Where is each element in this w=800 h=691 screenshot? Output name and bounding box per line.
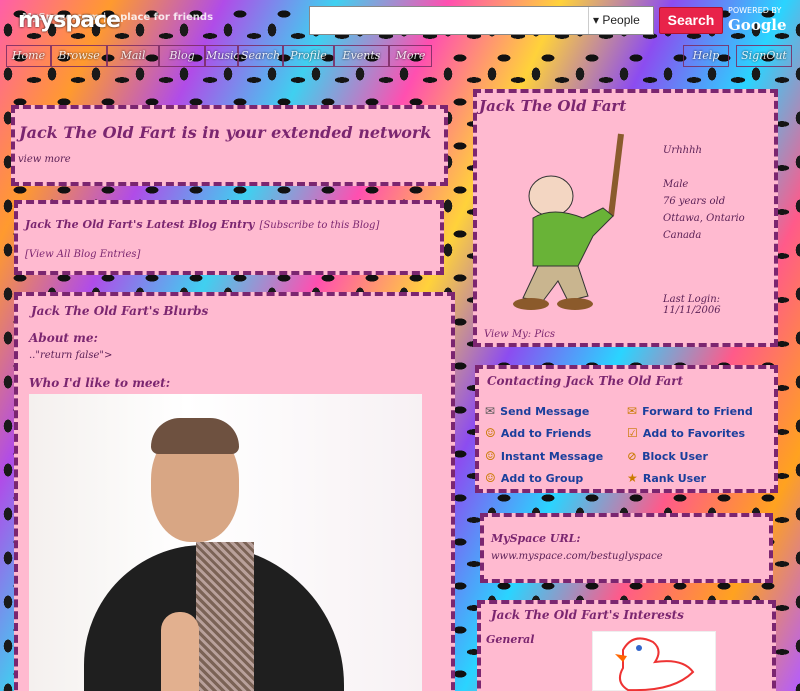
add-favorites-link[interactable]: Add to Favorites <box>643 427 745 440</box>
profile-age: 76 years old <box>663 196 726 207</box>
send-message-link[interactable]: Send Message <box>500 405 589 418</box>
search-scope-label: People <box>602 13 640 27</box>
nav-help[interactable]: Help <box>683 45 729 67</box>
duck-body <box>618 637 695 691</box>
add-group-link[interactable]: Add to Group <box>501 472 583 485</box>
nav-profile[interactable]: Profile <box>283 45 334 67</box>
cartoon-shirt <box>532 207 614 267</box>
chat-icon: ☺ <box>485 449 496 463</box>
cane <box>608 133 624 217</box>
send-message-item[interactable]: ✉ Send Message <box>485 400 589 419</box>
rank-user-item[interactable]: ★ Rank User <box>627 467 706 486</box>
profile-avatar-cartoon <box>513 133 624 310</box>
top-bar: MySpace.com | a place for friends myspac… <box>0 0 800 42</box>
view-more-link[interactable]: view more <box>18 154 71 165</box>
about-me-text: .."return false"> <box>29 350 113 361</box>
photo-hair <box>151 418 239 454</box>
pics-link[interactable]: Pics <box>534 329 555 340</box>
profile-city: Ottawa, Ontario <box>663 213 745 224</box>
profile-gender: Male <box>663 179 689 190</box>
add-group-item[interactable]: ☺ Add to Group <box>485 467 583 486</box>
nav-more[interactable]: More <box>389 45 432 67</box>
detail-spacer <box>663 159 745 176</box>
add-friends-item[interactable]: ☺ Add to Friends <box>485 422 591 441</box>
duck-eye <box>636 645 642 651</box>
profile-headline: Urhhhh <box>663 145 702 156</box>
chevron-down-icon: ▾ <box>593 13 600 27</box>
profile-country: Canada <box>663 230 702 241</box>
envelope-icon: ✉ <box>485 404 496 418</box>
cartoon-shoe-right <box>557 298 593 310</box>
search-button[interactable]: Search <box>659 7 723 34</box>
instant-message-item[interactable]: ☺ Instant Message <box>485 445 603 464</box>
last-login: Last Login: 11/11/2006 <box>663 294 721 316</box>
forward-friend-item[interactable]: ✉ Forward to Friend <box>627 400 753 419</box>
instant-message-link[interactable]: Instant Message <box>501 450 603 463</box>
group-icon: ☺ <box>485 471 496 485</box>
search-input[interactable] <box>310 7 590 34</box>
search-scope-select[interactable]: ▾ People <box>588 7 654 34</box>
blog-panel: Jack The Old Fart's Latest Blog Entry [S… <box>14 200 444 275</box>
about-me-heading: About me: <box>29 331 98 345</box>
forward-icon: ✉ <box>627 404 638 418</box>
view-my-row: View My: Pics <box>484 329 555 340</box>
profile-name: Jack The Old Fart <box>479 97 627 115</box>
add-friends-link[interactable]: Add to Friends <box>501 427 591 440</box>
thumbs-up-hand <box>161 612 199 691</box>
rubber-duck-image <box>592 631 716 691</box>
nav-events[interactable]: Events <box>334 45 389 67</box>
interests-general-heading: General <box>486 633 535 646</box>
nav-mail[interactable]: Mail <box>107 45 159 67</box>
url-panel: MySpace URL: www.myspace.com/bestuglyspa… <box>480 513 773 583</box>
rank-user-link[interactable]: Rank User <box>643 472 706 485</box>
nav-search[interactable]: Search <box>238 45 283 67</box>
forward-friend-link[interactable]: Forward to Friend <box>642 405 753 418</box>
cartoon-pants <box>522 265 589 302</box>
google-logo: Google <box>728 16 787 34</box>
myspace-logo[interactable]: myspace <box>18 8 121 33</box>
contact-title: Contacting Jack The Old Fart <box>487 374 684 388</box>
nav-home[interactable]: Home <box>6 45 51 67</box>
nav-browse[interactable]: Browse <box>51 45 107 67</box>
myspace-url-link[interactable]: www.myspace.com/bestuglyspace <box>491 551 663 562</box>
block-icon: ⊘ <box>627 449 638 463</box>
blog-header: Jack The Old Fart's Latest Blog Entry [S… <box>25 213 379 232</box>
nav-music[interactable]: Music <box>205 45 240 67</box>
powered-by-label: POWERED BY <box>728 6 782 15</box>
blurbs-title: Jack The Old Fart's Blurbs <box>31 304 209 318</box>
extended-network-title: Jack The Old Fart is in your extended ne… <box>19 123 432 142</box>
view-all-blog-link[interactable]: [View All Blog Entries] <box>25 249 140 260</box>
block-user-item[interactable]: ⊘ Block User <box>627 445 708 464</box>
block-user-link[interactable]: Block User <box>642 450 708 463</box>
profile-details: Urhhhh Male 76 years old Ottawa, Ontario… <box>663 142 745 244</box>
subscribe-link[interactable]: [Subscribe to this Blog] <box>260 220 380 231</box>
myspace-url-label: MySpace URL: <box>491 532 581 545</box>
nav-blog[interactable]: Blog <box>159 45 205 67</box>
powered-by-google: POWERED BY Google <box>728 6 798 36</box>
interests-title: Jack The Old Fart's Interests <box>491 608 684 622</box>
who-to-meet-heading: Who I'd like to meet: <box>29 376 171 390</box>
blog-title: Jack The Old Fart's Latest Blog Entry <box>25 218 255 231</box>
view-my-label: View My: <box>484 329 532 340</box>
checkbox-icon: ☑ <box>627 426 638 440</box>
contact-panel: Contacting Jack The Old Fart ✉ Send Mess… <box>475 365 778 493</box>
cartoon-head <box>528 175 574 217</box>
extended-network-panel: Jack The Old Fart is in your extended ne… <box>11 105 448 186</box>
photo-shirt <box>196 542 254 691</box>
main-nav: Home Browse Mail Blog Music Search Profi… <box>0 45 800 69</box>
cartoon-shoe-left <box>513 298 549 310</box>
rank-icon: ★ <box>627 471 638 485</box>
add-friend-icon: ☺ <box>485 426 496 440</box>
add-favorites-item[interactable]: ☑ Add to Favorites <box>627 422 745 441</box>
nav-signout[interactable]: SignOut <box>736 45 792 67</box>
duck-drawing <box>615 637 695 691</box>
